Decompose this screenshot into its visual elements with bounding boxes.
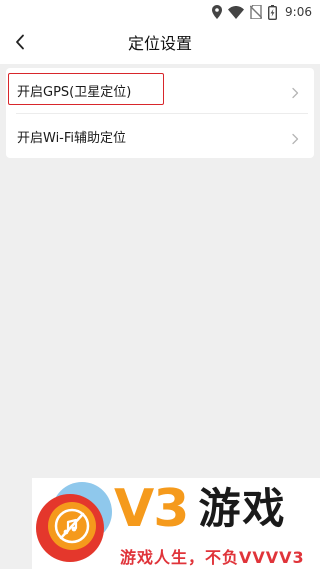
settings-item-label: 开启Wi-Fi辅助定位 bbox=[17, 130, 127, 146]
location-settings-card: 开启GPS(卫星定位) 开启Wi-Fi辅助定位 bbox=[6, 68, 314, 158]
watermark-brand-name: 游戏 bbox=[198, 484, 287, 533]
settings-item-gps[interactable]: 开启GPS(卫星定位) bbox=[6, 68, 314, 112]
no-sim-icon bbox=[250, 5, 263, 19]
wifi-icon bbox=[228, 5, 245, 19]
chevron-right-icon bbox=[290, 84, 300, 99]
status-icons: 9:06 bbox=[212, 3, 312, 21]
settings-item-label: 开启GPS(卫星定位) bbox=[17, 84, 132, 100]
v3-logo-icon bbox=[32, 478, 116, 569]
app-header: 定位设置 bbox=[0, 24, 320, 64]
back-button[interactable] bbox=[6, 30, 34, 58]
chevron-right-icon bbox=[290, 130, 300, 145]
status-time: 9:06 bbox=[285, 5, 312, 19]
watermark-slogan: 游戏人生，不负VVVV3 bbox=[120, 548, 305, 567]
watermark-brand: V3 游戏 bbox=[114, 480, 286, 538]
watermark-brand-v3: V3 bbox=[114, 479, 189, 539]
chevron-left-icon bbox=[15, 34, 25, 54]
location-icon bbox=[212, 5, 223, 19]
settings-item-wifi-assist[interactable]: 开启Wi-Fi辅助定位 bbox=[6, 114, 314, 158]
battery-charging-icon bbox=[268, 4, 278, 20]
status-bar: 9:06 bbox=[0, 0, 320, 24]
watermark-banner: V3 游戏 游戏人生，不负VVVV3 bbox=[32, 478, 320, 569]
page-title: 定位设置 bbox=[127, 34, 192, 53]
